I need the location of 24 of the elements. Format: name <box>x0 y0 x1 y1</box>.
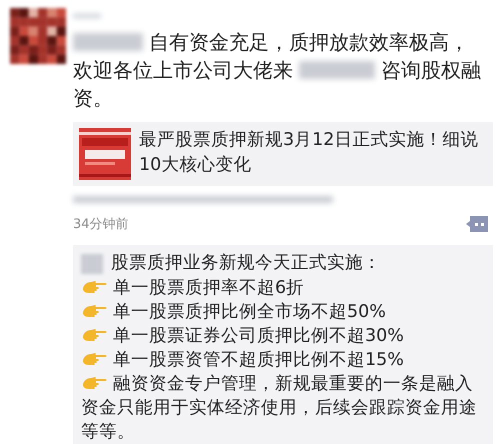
blurred-name <box>81 254 103 274</box>
comment-text: 单一股票质押比例全市场不超50% <box>113 301 386 324</box>
link-card[interactable]: 最严股票质押新规3月12日正式实施！细说10大核心变化 <box>73 122 493 186</box>
post-text: 资。 <box>73 85 113 112</box>
post-text: 自有资金充足，质押放款效率极高， <box>149 29 469 56</box>
comment-text: 资金只能用于实体经济使用，后续会跟踪资金用途等等。 <box>81 397 478 444</box>
comment-text: 单一股票质押率不超6折 <box>113 277 304 300</box>
comment-text: 融资资金专户管理，新规最重要的一条是融入 <box>113 373 473 396</box>
post-text: 欢迎各位上市公司大佬来 <box>73 57 293 84</box>
post-text: 咨询股权融 <box>381 57 481 84</box>
pointing-hand-icon <box>81 304 107 320</box>
comment-heading: 股票质押业务新规今天正式实施： <box>111 252 381 275</box>
pointing-hand-icon <box>81 352 107 368</box>
pointing-hand-icon <box>81 376 107 392</box>
blurred-text <box>73 33 143 52</box>
pointing-hand-icon <box>81 280 107 296</box>
pointing-hand-icon <box>81 328 107 344</box>
comment-text: 单一股票资管不超质押比例不超15% <box>113 349 404 372</box>
timestamp: 34分钟前 <box>73 216 129 233</box>
avatar[interactable] <box>10 6 66 66</box>
comment-icon[interactable] <box>465 215 489 233</box>
comment-text: 单一股票证券公司质押比例不超30% <box>113 325 404 348</box>
blurred-name <box>73 14 101 18</box>
link-title: 最严股票质押新规3月12日正式实施！细说10大核心变化 <box>139 129 480 178</box>
